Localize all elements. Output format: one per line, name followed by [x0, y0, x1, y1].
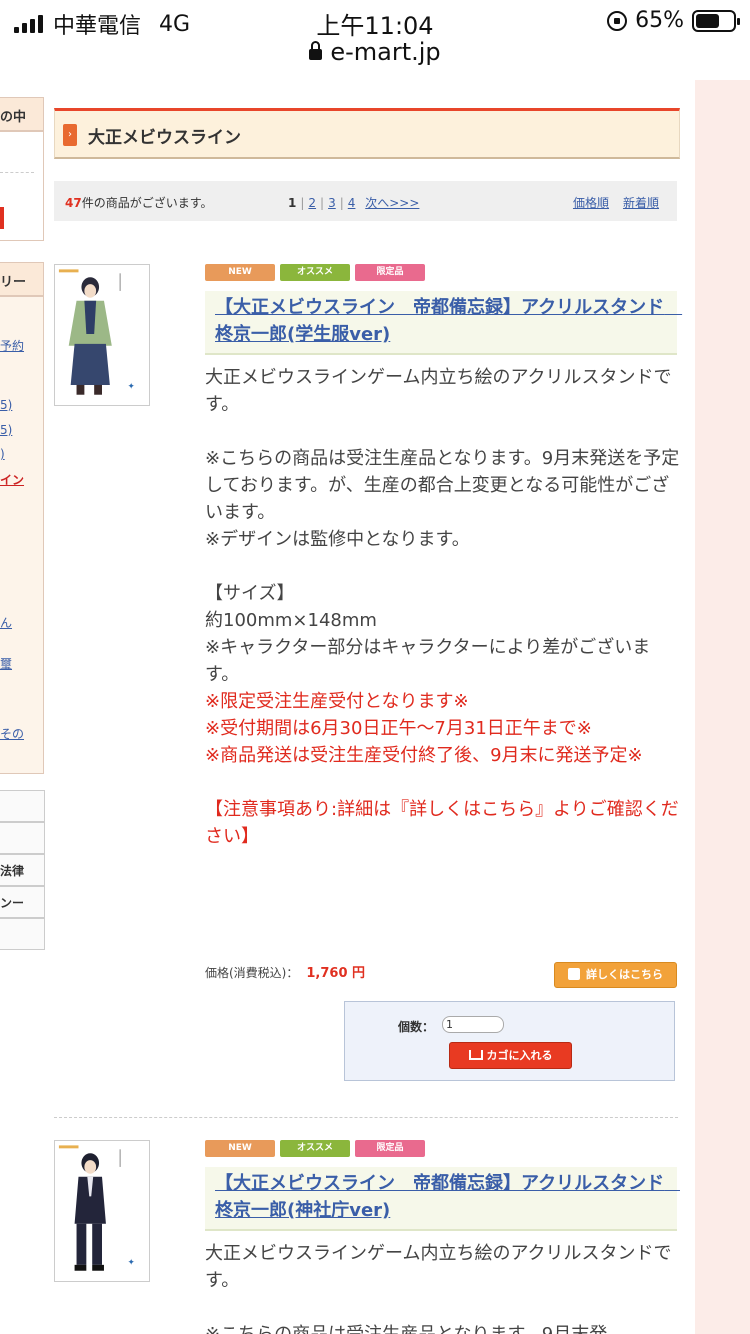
- tag-new: NEW: [205, 264, 275, 281]
- tag-new: NEW: [205, 1140, 275, 1157]
- listing-toolbar: 47件の商品がございます。 1 | 2 | 3 | 4 次へ>>> 価格順 新着順: [54, 181, 677, 221]
- sort-links: 価格順 新着順: [559, 194, 659, 211]
- product-item: ✦ NEW オススメ 限定品 【大正メビウスライン 帝都備忘録】アクリルスタンド…: [54, 1140, 680, 1334]
- quantity-label: 個数：: [398, 1020, 435, 1034]
- arrow-right-icon: ›: [63, 124, 77, 146]
- sidebar-box-header-1: の中: [0, 97, 44, 131]
- sidebar-link[interactable]: 5): [0, 423, 12, 437]
- svg-text:✦: ✦: [127, 382, 134, 392]
- price-value: 1,760 円: [306, 966, 366, 981]
- sidebar-search-box: [0, 131, 44, 241]
- sidebar-divider: [0, 172, 34, 173]
- battery-percent: 65%: [635, 8, 684, 33]
- product-description-text: 大正メビウスラインゲーム内立ち絵のアクリルスタンドです。 ※こちらの商品は受注生…: [205, 367, 680, 685]
- lock-icon: [309, 41, 323, 60]
- price-row: 価格(消費税込)： 1,760 円: [205, 962, 365, 981]
- url-text: e-mart.jp: [330, 38, 441, 66]
- sidebar-box-title-2: リー: [0, 275, 27, 290]
- product-tags: NEW オススメ 限定品: [205, 1140, 425, 1158]
- details-button-label: 詳しくはこちら: [586, 968, 663, 981]
- item-count-suffix: 件の商品がございます。: [81, 196, 213, 210]
- product-title-link[interactable]: 【大正メビウスライン 帝都備忘録】アクリルスタンド 柊京一郎(学生服ver): [205, 291, 682, 355]
- add-to-cart-button[interactable]: カゴに入れる: [449, 1042, 572, 1069]
- pagination: 1 | 2 | 3 | 4 次へ>>>: [288, 196, 420, 210]
- product-thumbnail[interactable]: ✦: [54, 264, 150, 406]
- sidebar-search-button[interactable]: [0, 207, 4, 229]
- product-notice: ※限定受注生産受付となります※ ※受付期間は6月30日正午〜7月31日正午まで※…: [205, 691, 679, 847]
- tag-limited: 限定品: [355, 1140, 425, 1157]
- product-title-link[interactable]: 【大正メビウスライン 帝都備忘録】アクリルスタンド 柊京一郎(神社庁ver): [205, 1167, 680, 1231]
- sidebar-menu-item[interactable]: [0, 918, 45, 950]
- quantity-input[interactable]: 1: [442, 1016, 504, 1033]
- tag-recommended: オススメ: [280, 264, 350, 281]
- product-item: ✦ NEW オススメ 限定品 【大正メビウスライン 帝都備忘録】アクリルスタンド…: [54, 264, 682, 1084]
- item-count-number: 47: [65, 196, 82, 210]
- address-bar[interactable]: e-mart.jp: [0, 38, 750, 66]
- category-header: › 大正メビウスライン: [54, 108, 680, 159]
- character-illustration: ✦: [55, 265, 149, 405]
- page-link[interactable]: 3: [328, 196, 336, 210]
- status-bar: 中華電信 4G 上午11:04 65%: [0, 0, 750, 40]
- sidebar-box-header-2: リー: [0, 262, 44, 296]
- sidebar-menu-item[interactable]: [0, 822, 45, 854]
- product-description: 大正メビウスラインゲーム内立ち絵のアクリルスタンドです。 ※こちらの商品は受注生…: [205, 364, 680, 850]
- product-divider: [54, 1117, 678, 1118]
- add-to-cart-box: 個数： 1 カゴに入れる: [344, 1001, 675, 1081]
- sidebar-link[interactable]: ): [0, 447, 5, 461]
- next-page-link[interactable]: 次へ>>>: [365, 196, 419, 210]
- tag-recommended: オススメ: [280, 1140, 350, 1157]
- sidebar-category-box: 予約 5) 5) ) イン ん 璽 その: [0, 296, 44, 774]
- sidebar-link[interactable]: その: [0, 725, 24, 742]
- page-link[interactable]: 2: [308, 196, 316, 210]
- sidebar-link[interactable]: ん: [0, 614, 12, 631]
- sidebar-link[interactable]: 予約: [0, 337, 24, 354]
- sidebar-link[interactable]: 5): [0, 398, 12, 412]
- sidebar-menu-item[interactable]: ンー: [0, 886, 45, 918]
- product-thumbnail[interactable]: ✦: [54, 1140, 150, 1282]
- tag-limited: 限定品: [355, 264, 425, 281]
- status-right: 65%: [607, 8, 740, 33]
- page-link[interactable]: 4: [348, 196, 356, 210]
- product-description: 大正メビウスラインゲーム内立ち絵のアクリルスタンドです。 ※こちらの商品は受注生…: [205, 1243, 672, 1334]
- item-count: 47件の商品がございます。: [65, 194, 213, 211]
- magnifier-icon: [568, 968, 580, 980]
- sort-new-link[interactable]: 新着順: [623, 196, 659, 210]
- add-to-cart-label: カゴに入れる: [486, 1049, 553, 1062]
- cart-icon: [468, 1050, 483, 1060]
- left-sidebar: の中 リー 予約 5) 5) ) イン ん 璽 その 法律 ンー: [0, 80, 46, 1334]
- svg-text:✦: ✦: [127, 1258, 134, 1268]
- sort-price-link[interactable]: 価格順: [573, 196, 609, 210]
- sidebar-menu-item[interactable]: 法律: [0, 854, 45, 886]
- sidebar-box-title-1: の中: [0, 110, 27, 125]
- right-sidebar-strip: [695, 80, 750, 1334]
- page-current: 1: [288, 196, 297, 210]
- battery-icon: [692, 9, 740, 32]
- details-button[interactable]: 詳しくはこちら: [554, 962, 677, 988]
- product-tags: NEW オススメ 限定品: [205, 264, 425, 282]
- sidebar-link[interactable]: 璽: [0, 655, 12, 672]
- rotation-lock-icon: [607, 10, 628, 31]
- category-title: 大正メビウスライン: [88, 128, 241, 148]
- price-label: 価格(消費税込)：: [205, 966, 299, 980]
- sidebar-link-active[interactable]: イン: [0, 471, 24, 488]
- character-illustration: ✦: [55, 1141, 149, 1281]
- sidebar-menu-item[interactable]: [0, 790, 45, 822]
